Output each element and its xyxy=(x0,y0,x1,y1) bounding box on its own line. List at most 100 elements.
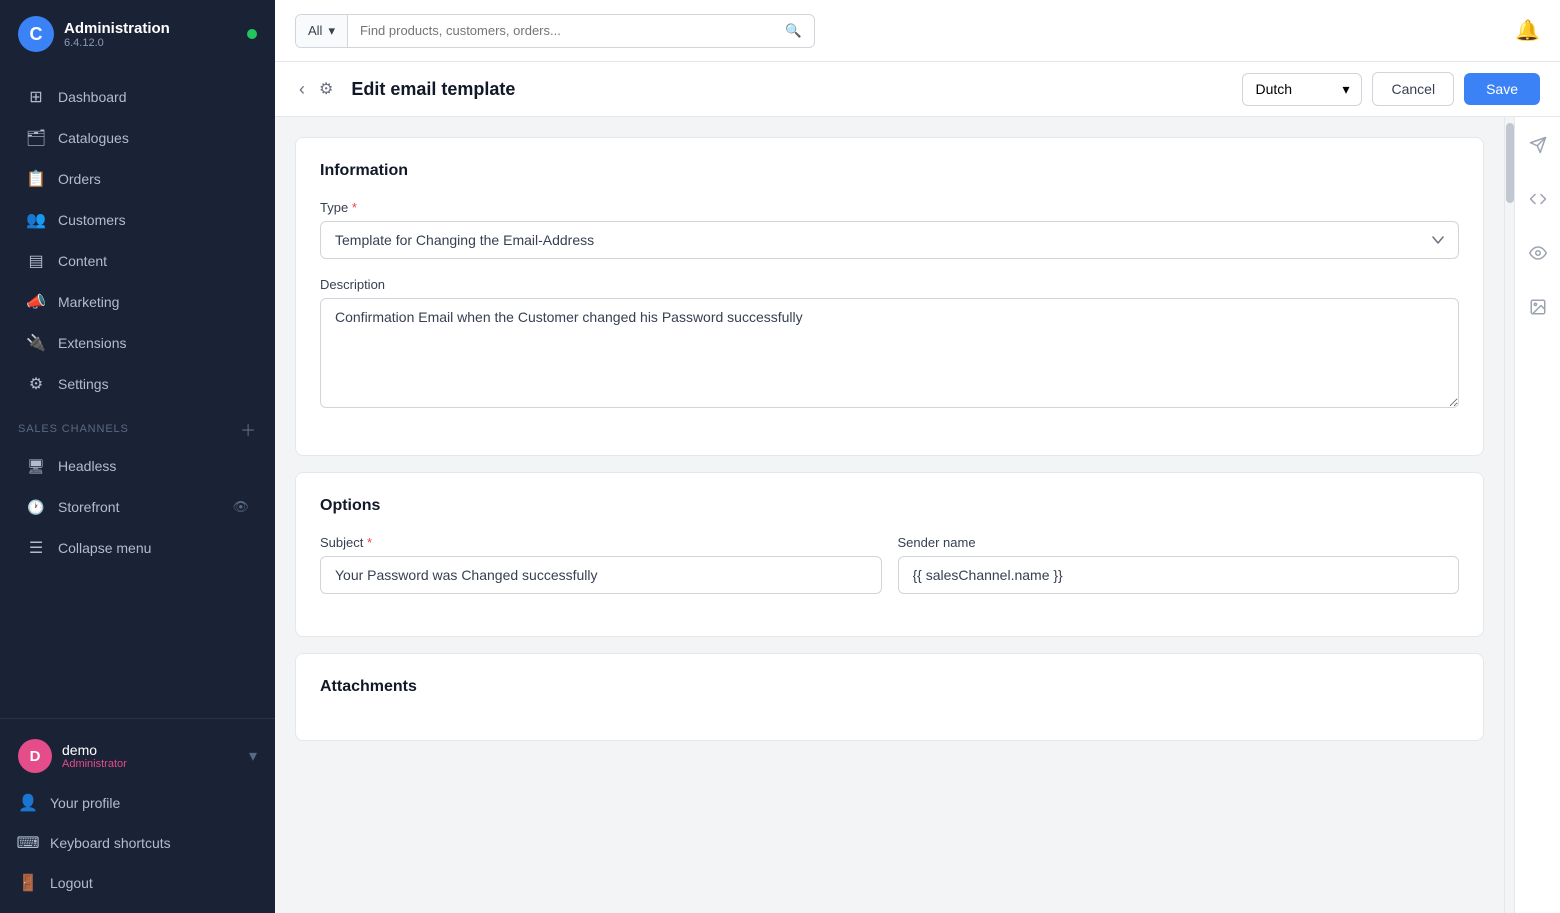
sidebar-header: C Administration 6.4.12.0 xyxy=(0,0,275,68)
search-bar: All ▾ 🔍 xyxy=(295,14,815,48)
subject-label: Subject * xyxy=(320,535,882,550)
sidebar-item-content[interactable]: ▤ Content xyxy=(8,241,267,281)
collapse-icon: ☰ xyxy=(26,538,46,558)
content-scroll: Information Type * Template for Changing… xyxy=(275,117,1504,913)
code-editor-button[interactable] xyxy=(1520,183,1556,219)
settings-icon: ⚙ xyxy=(26,374,46,394)
sender-name-field-group: Sender name xyxy=(898,535,1460,594)
information-card: Information Type * Template for Changing… xyxy=(295,137,1484,456)
app-logo: C xyxy=(18,16,54,52)
sidebar-item-dashboard[interactable]: ⊞ Dashboard xyxy=(8,77,267,117)
options-card: Options Subject * Sender na xyxy=(295,472,1484,637)
customers-icon: 👥 xyxy=(26,210,46,230)
orders-icon: 📋 xyxy=(26,169,46,189)
storefront-icon: 🕐 xyxy=(26,497,46,517)
right-toolbar xyxy=(1514,117,1560,913)
sidebar: C Administration 6.4.12.0 ⊞ Dashboard 🗂 … xyxy=(0,0,275,913)
options-section-title: Options xyxy=(320,497,1459,515)
eye-icon: 👁 xyxy=(232,499,249,515)
sidebar-item-settings[interactable]: ⚙ Settings xyxy=(8,364,267,404)
scrollbar-thumb[interactable] xyxy=(1506,123,1514,203)
sales-channels-section: Sales Channels ＋ xyxy=(0,405,275,445)
type-field-group: Type * Template for Changing the Email-A… xyxy=(320,200,1459,259)
sidebar-item-label: Your profile xyxy=(50,795,120,811)
description-label: Description xyxy=(320,277,1459,292)
profile-icon: 👤 xyxy=(18,793,38,813)
sidebar-item-collapse-menu[interactable]: ☰ Collapse menu xyxy=(8,528,267,568)
sidebar-item-catalogues[interactable]: 🗂 Catalogues xyxy=(8,118,267,158)
search-input[interactable] xyxy=(348,15,773,46)
keyboard-icon: ⌨ xyxy=(18,833,38,853)
sidebar-item-label: Marketing xyxy=(58,294,119,310)
sidebar-item-label: Orders xyxy=(58,171,101,187)
media-button[interactable] xyxy=(1520,291,1556,327)
subject-sender-row: Subject * Sender name xyxy=(320,535,1459,612)
sidebar-item-label: Customers xyxy=(58,212,126,228)
language-selector[interactable]: Dutch ▾ xyxy=(1242,73,1362,106)
type-select[interactable]: Template for Changing the Email-Address xyxy=(320,221,1459,259)
sidebar-item-extensions[interactable]: 🔌 Extensions xyxy=(8,323,267,363)
sidebar-item-label: Settings xyxy=(58,376,109,392)
required-indicator: * xyxy=(367,535,372,550)
attachments-section-title: Attachments xyxy=(320,678,1459,696)
sidebar-item-storefront[interactable]: 🕐 Storefront 👁 xyxy=(8,487,267,527)
preview-button[interactable] xyxy=(1520,237,1556,273)
sidebar-item-label: Keyboard shortcuts xyxy=(50,835,171,851)
send-email-button[interactable] xyxy=(1520,129,1556,165)
subject-field-group: Subject * xyxy=(320,535,882,594)
sidebar-bottom: D demo Administrator ▾ 👤 Your profile ⌨ … xyxy=(0,718,275,913)
catalogues-icon: 🗂 xyxy=(26,128,46,148)
back-button[interactable]: ‹ xyxy=(295,75,309,104)
chevron-down-icon: ▾ xyxy=(249,746,257,766)
required-indicator: * xyxy=(352,200,357,215)
send-icon xyxy=(1529,136,1547,159)
sender-name-input[interactable] xyxy=(898,556,1460,594)
sidebar-item-label: Collapse menu xyxy=(58,540,151,556)
sidebar-item-customers[interactable]: 👥 Customers xyxy=(8,200,267,240)
sidebar-item-headless[interactable]: 🖥 Headless xyxy=(8,446,267,486)
search-submit-button[interactable]: 🔍 xyxy=(773,15,814,47)
avatar: D xyxy=(18,739,52,773)
content-area: Information Type * Template for Changing… xyxy=(275,117,1560,913)
sidebar-item-marketing[interactable]: 📣 Marketing xyxy=(8,282,267,322)
headless-icon: 🖥 xyxy=(26,456,46,476)
extensions-icon: 🔌 xyxy=(26,333,46,353)
save-button[interactable]: Save xyxy=(1464,73,1540,105)
information-section-title: Information xyxy=(320,162,1459,180)
attachments-card: Attachments xyxy=(295,653,1484,741)
language-label: Dutch xyxy=(1255,81,1292,97)
app-version: 6.4.12.0 xyxy=(64,37,170,49)
sender-name-label: Sender name xyxy=(898,535,1460,550)
user-row[interactable]: D demo Administrator ▾ xyxy=(0,729,275,783)
page-header: ‹ ⚙ Edit email template Dutch ▾ Cancel S… xyxy=(275,62,1560,117)
description-field-group: Description xyxy=(320,277,1459,413)
topbar: All ▾ 🔍 🔔 xyxy=(275,0,1560,62)
sidebar-item-orders[interactable]: 📋 Orders xyxy=(8,159,267,199)
sidebar-item-logout[interactable]: 🚪 Logout xyxy=(0,863,275,903)
app-title: Administration xyxy=(64,20,170,37)
description-textarea[interactable] xyxy=(320,298,1459,408)
subject-input[interactable] xyxy=(320,556,882,594)
notification-bell-icon[interactable]: 🔔 xyxy=(1515,18,1540,43)
type-label: Type * xyxy=(320,200,1459,215)
add-sales-channel-button[interactable]: ＋ xyxy=(240,417,257,441)
sidebar-item-label: Logout xyxy=(50,875,93,891)
sidebar-item-keyboard-shortcuts[interactable]: ⌨ Keyboard shortcuts xyxy=(0,823,275,863)
scrollbar-track[interactable] xyxy=(1504,117,1514,913)
page-title: Edit email template xyxy=(351,79,515,100)
sidebar-item-label: Headless xyxy=(58,458,116,474)
search-filter-button[interactable]: All ▾ xyxy=(296,15,348,47)
logout-icon: 🚪 xyxy=(18,873,38,893)
code-icon xyxy=(1529,190,1547,213)
main-area: All ▾ 🔍 🔔 ‹ ⚙ Edit email template Dutch … xyxy=(275,0,1560,913)
sidebar-item-label: Storefront xyxy=(58,499,119,515)
user-role: Administrator xyxy=(62,758,127,770)
sidebar-item-label: Dashboard xyxy=(58,89,127,105)
cancel-button[interactable]: Cancel xyxy=(1372,72,1454,106)
sidebar-item-label: Extensions xyxy=(58,335,126,351)
sidebar-nav: ⊞ Dashboard 🗂 Catalogues 📋 Orders 👥 Cust… xyxy=(0,68,275,718)
online-status-dot xyxy=(247,29,257,39)
image-icon xyxy=(1529,298,1547,321)
sidebar-item-your-profile[interactable]: 👤 Your profile xyxy=(0,783,275,823)
settings-button[interactable]: ⚙ xyxy=(315,75,337,103)
